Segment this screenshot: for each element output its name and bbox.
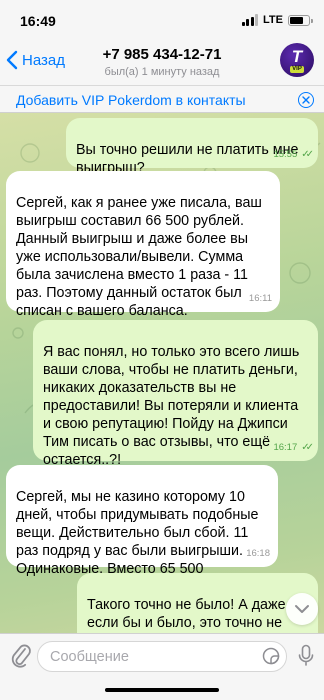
message-meta: 16:18 bbox=[246, 545, 270, 563]
message-meta: 16:11 bbox=[249, 290, 272, 308]
signal-icon bbox=[241, 14, 259, 26]
message-input-bar bbox=[0, 633, 324, 700]
message-bubble-incoming[interactable]: Сергей, как я ранее уже писала, ваш выиг… bbox=[6, 171, 280, 319]
status-bar: 16:49 LTE bbox=[0, 0, 324, 40]
voice-message-button[interactable] bbox=[298, 644, 314, 673]
message-time: 15:55 bbox=[273, 149, 298, 160]
message-input[interactable] bbox=[37, 641, 287, 672]
home-indicator bbox=[105, 688, 219, 692]
status-time: 16:49 bbox=[20, 13, 56, 29]
chat-header: Назад +7 985 434-12-71 был(а) 1 минуту н… bbox=[0, 40, 324, 85]
message-text: Сергей, мы не казино которому 10 дней, ч… bbox=[16, 489, 259, 577]
sticker-icon bbox=[262, 647, 280, 665]
network-type: LTE bbox=[263, 14, 283, 26]
message-time: 16:17 bbox=[273, 442, 298, 453]
message-text: Такого точно не было! А даже если бы и б… bbox=[87, 597, 286, 631]
signal-bar bbox=[250, 16, 254, 26]
double-check-icon: ✓✓ bbox=[301, 442, 314, 453]
signal-bar bbox=[241, 21, 245, 26]
double-check-icon: ✓✓ bbox=[301, 149, 314, 160]
message-meta: 15:55 ✓✓ bbox=[273, 146, 314, 164]
message-bubble-outgoing[interactable]: Я вас понял, но только это всего лишь ва… bbox=[33, 320, 318, 468]
scroll-to-bottom-button[interactable] bbox=[286, 593, 318, 625]
microphone-icon bbox=[298, 644, 314, 666]
avatar-logo-icon: T bbox=[291, 46, 303, 66]
battery-icon bbox=[288, 14, 313, 26]
close-banner-button[interactable] bbox=[298, 92, 314, 108]
chevron-down-icon bbox=[295, 605, 309, 613]
status-indicators: LTE bbox=[241, 14, 313, 26]
signal-bar bbox=[246, 19, 250, 26]
close-icon bbox=[302, 96, 310, 104]
signal-bar bbox=[255, 14, 259, 26]
chat-area[interactable]: Вы точно решили не платить мне выигрыш? … bbox=[0, 113, 324, 633]
message-text: Я вас понял, но только это всего лишь ва… bbox=[43, 344, 300, 468]
avatar-badge: VIP bbox=[290, 65, 304, 73]
message-text: Сергей, как я ранее уже писала, ваш выиг… bbox=[16, 195, 262, 319]
battery-fill bbox=[290, 16, 303, 24]
last-seen-status: был(а) 1 минуту назад bbox=[104, 66, 220, 78]
message-bubble-outgoing[interactable]: Такого точно не было! А даже если бы и б… bbox=[77, 573, 318, 633]
attach-button[interactable] bbox=[10, 639, 32, 676]
paperclip-icon bbox=[11, 644, 31, 668]
avatar[interactable]: T VIP bbox=[280, 43, 314, 77]
message-bubble-outgoing[interactable]: Вы точно решили не платить мне выигрыш? … bbox=[66, 118, 318, 176]
chat-title[interactable]: +7 985 434-12-71 bbox=[0, 46, 324, 63]
message-meta: 16:17 ✓✓ bbox=[273, 439, 314, 457]
message-bubble-incoming[interactable]: Сергей, мы не казино которому 10 дней, ч… bbox=[6, 465, 278, 577]
message-time: 16:18 bbox=[246, 548, 270, 559]
sticker-button[interactable] bbox=[262, 647, 280, 670]
add-contact-link[interactable]: Добавить VIP Pokerdom в контакты bbox=[16, 92, 246, 108]
add-contact-banner: Добавить VIP Pokerdom в контакты bbox=[0, 85, 324, 113]
message-time: 16:11 bbox=[248, 293, 272, 304]
